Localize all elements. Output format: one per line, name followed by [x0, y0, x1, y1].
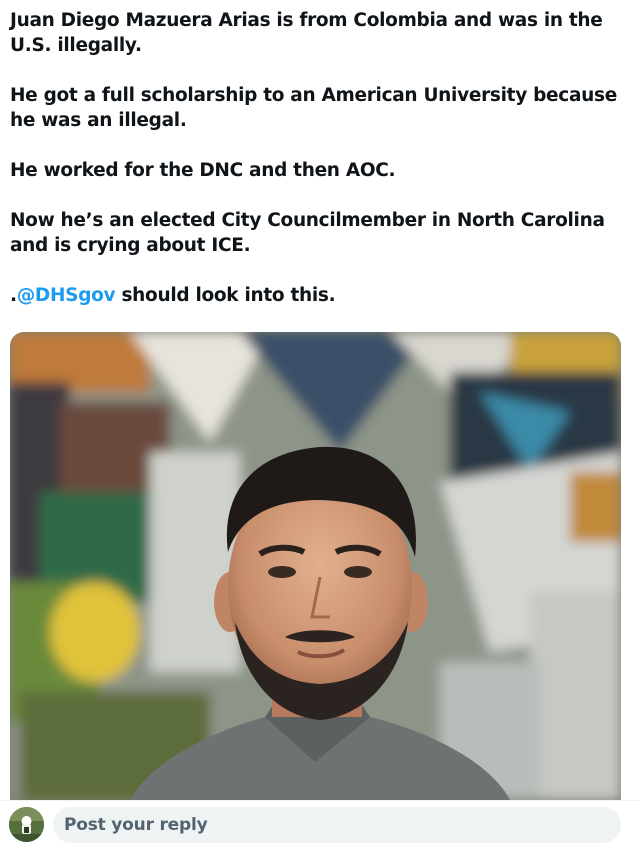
tweet-paragraph-4: Now he’s an elected City Councilmember i… — [10, 210, 605, 256]
reply-input[interactable]: Post your reply — [53, 807, 621, 843]
tweet-suffix: should look into this. — [115, 285, 336, 306]
tweet-paragraph-5: .@DHSgov should look into this. — [10, 283, 630, 308]
tweet-prefix: . — [10, 285, 17, 306]
tweet-paragraph-2: He got a full scholarship to an American… — [10, 85, 617, 131]
tweet-photo[interactable] — [10, 332, 621, 800]
photo-icon — [10, 332, 621, 800]
user-avatar-icon[interactable] — [9, 807, 44, 842]
reply-placeholder: Post your reply — [64, 815, 208, 835]
mention-link-dhsgov[interactable]: @DHSgov — [17, 285, 116, 306]
tweet-text: Juan Diego Mazuera Arias is from Colombi… — [10, 8, 630, 308]
tweet-paragraph-1: Juan Diego Mazuera Arias is from Colombi… — [10, 10, 603, 56]
tweet-paragraph-3: He worked for the DNC and then AOC. — [10, 160, 396, 181]
